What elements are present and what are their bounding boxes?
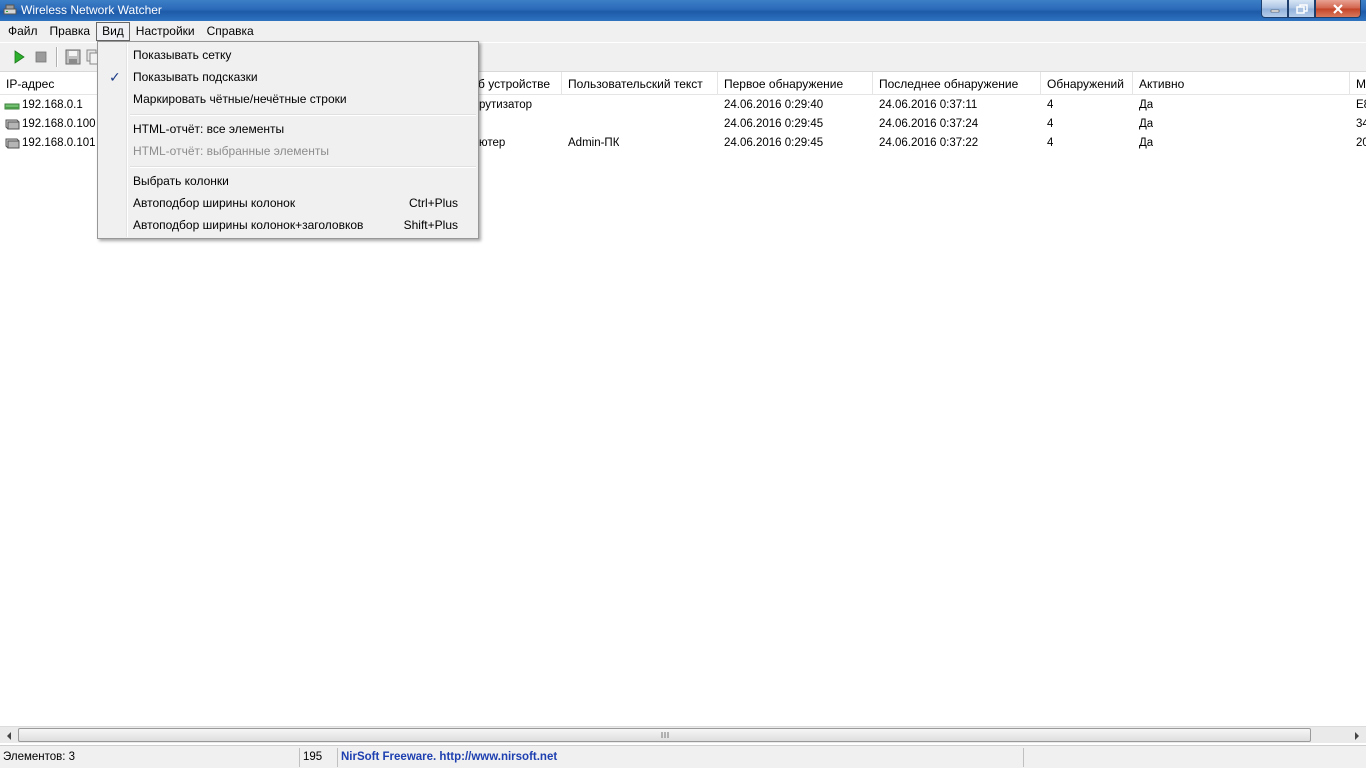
menu-item-label: Маркировать чётные/нечётные строки <box>133 92 347 106</box>
menu-item-html-report-selected: HTML-отчёт: выбранные элементы <box>100 140 476 162</box>
stop-scan-button[interactable] <box>32 48 50 66</box>
cell-ip: 192.168.0.101 <box>22 137 96 149</box>
status-link-pane: NirSoft Freeware. http://www.nirsoft.net <box>338 748 1024 767</box>
menu-item-shortcut: Shift+Plus <box>403 218 458 232</box>
cell-last: 24.06.2016 0:37:24 <box>879 118 979 130</box>
scrollbar-thumb[interactable] <box>18 728 1311 742</box>
menu-settings[interactable]: Настройки <box>130 22 201 41</box>
menu-item-shortcut: Ctrl+Plus <box>408 196 458 210</box>
save-icon <box>65 49 81 65</box>
view-menu-dropdown: Показывать сетку ✓ Показывать подсказки … <box>97 41 479 239</box>
status-items-count: Элементов: 3 <box>0 748 300 767</box>
cell-first: 24.06.2016 0:29:45 <box>724 137 824 149</box>
save-button[interactable] <box>64 48 82 66</box>
cell-first: 24.06.2016 0:29:40 <box>724 99 824 111</box>
start-scan-button[interactable] <box>10 48 28 66</box>
menu-item-label: Показывать сетку <box>133 48 232 62</box>
cell-mac: E8 <box>1356 99 1366 111</box>
cell-last: 24.06.2016 0:37:11 <box>879 99 978 111</box>
minimize-icon <box>1270 9 1279 12</box>
cell-device: рутизатор <box>479 99 533 111</box>
stop-icon <box>35 51 47 63</box>
scroll-left-button[interactable] <box>1 728 17 743</box>
menu-file[interactable]: Файл <box>2 22 44 41</box>
cell-last: 24.06.2016 0:37:22 <box>879 137 979 149</box>
status-bar: Элементов: 3 195 NirSoft Freeware. http:… <box>0 745 1366 768</box>
cell-mac: 20 <box>1356 137 1366 149</box>
column-ip-address[interactable]: IP-адрес <box>0 72 100 95</box>
column-detection-count[interactable]: Обнаружений <box>1041 72 1133 95</box>
column-mac[interactable]: М <box>1350 72 1366 95</box>
cell-first: 24.06.2016 0:29:45 <box>724 118 824 130</box>
column-user-text[interactable]: Пользовательский текст <box>562 72 718 95</box>
cell-ip: 192.168.0.1 <box>22 99 83 111</box>
menu-item-autosize-columns[interactable]: Автоподбор ширины колонок Ctrl+Plus <box>100 192 476 214</box>
maximize-button[interactable] <box>1288 0 1315 18</box>
close-button[interactable] <box>1315 0 1361 18</box>
menu-item-label: Автоподбор ширины колонок <box>133 196 296 210</box>
menu-item-choose-columns[interactable]: Выбрать колонки <box>100 170 476 192</box>
menu-item-label: HTML-отчёт: выбранные элементы <box>133 144 329 158</box>
cell-user-text: Admin-ПК <box>568 137 620 149</box>
menu-edit[interactable]: Правка <box>44 22 97 41</box>
menu-item-mark-odd-even[interactable]: Маркировать чётные/нечётные строки <box>100 88 476 110</box>
cell-active: Да <box>1139 137 1154 149</box>
menu-separator <box>130 166 476 168</box>
menu-item-autosize-columns-headers[interactable]: Автоподбор ширины колонок+заголовков Shi… <box>100 214 476 236</box>
title-bar: Wireless Network Watcher <box>0 0 1366 21</box>
column-last-detected[interactable]: Последнее обнаружение <box>873 72 1041 95</box>
router-icon <box>4 103 20 110</box>
nirsoft-link[interactable]: NirSoft Freeware. http://www.nirsoft.net <box>341 751 557 763</box>
column-active[interactable]: Активно <box>1133 72 1350 95</box>
column-device-info[interactable]: б устройстве <box>472 72 562 95</box>
menu-item-label: HTML-отчёт: все элементы <box>133 122 285 136</box>
cell-active: Да <box>1139 118 1154 130</box>
horizontal-scrollbar[interactable] <box>0 726 1366 743</box>
computer-icon <box>5 138 20 149</box>
cell-mac: 34 <box>1356 118 1366 130</box>
cell-device: ютер <box>479 137 506 149</box>
window-title: Wireless Network Watcher <box>21 3 162 17</box>
arrow-right-icon <box>1355 731 1359 740</box>
arrow-left-icon <box>7 731 11 740</box>
cell-ip: 192.168.0.100 <box>22 118 96 130</box>
status-number: 195 <box>300 748 338 767</box>
menu-item-label: Автоподбор ширины колонок+заголовков <box>133 218 364 232</box>
cell-count: 4 <box>1047 118 1054 130</box>
menu-bar: Файл Правка Вид Настройки Справка <box>0 21 1366 42</box>
column-first-detected[interactable]: Первое обнаружение <box>718 72 873 95</box>
network-card-icon <box>3 4 17 15</box>
cell-active: Да <box>1139 99 1154 111</box>
menu-item-label: Показывать подсказки <box>133 70 258 84</box>
menu-view[interactable]: Вид <box>96 22 130 41</box>
menu-help[interactable]: Справка <box>201 22 260 41</box>
minimize-button[interactable] <box>1261 0 1288 18</box>
close-icon <box>1333 3 1343 14</box>
menu-item-html-report-all[interactable]: HTML-отчёт: все элементы <box>100 118 476 140</box>
cell-count: 4 <box>1047 99 1054 111</box>
play-icon <box>14 50 25 64</box>
menu-separator <box>130 114 476 116</box>
scroll-right-button[interactable] <box>1349 728 1365 743</box>
restore-icon <box>1295 3 1308 14</box>
menu-item-show-tooltips[interactable]: ✓ Показывать подсказки <box>100 66 476 88</box>
toolbar-separator <box>56 47 58 67</box>
cell-count: 4 <box>1047 137 1054 149</box>
grip-icon <box>661 732 668 738</box>
menu-item-label: Выбрать колонки <box>133 174 229 188</box>
menu-item-show-grid[interactable]: Показывать сетку <box>100 44 476 66</box>
computer-icon <box>5 119 20 130</box>
checkmark-icon: ✓ <box>109 69 121 85</box>
